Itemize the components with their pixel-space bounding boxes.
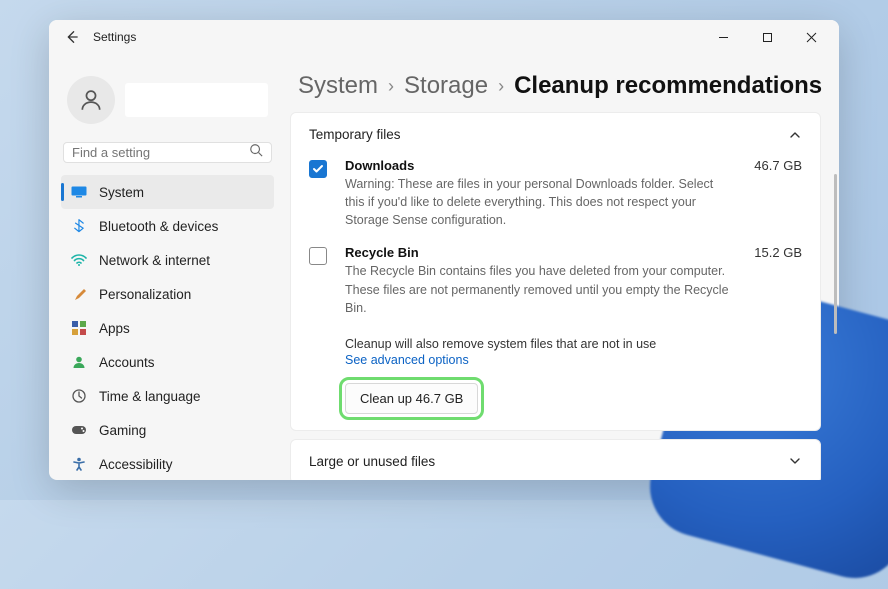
chevron-right-icon: › — [388, 76, 394, 97]
temp-files-header[interactable]: Temporary files — [309, 127, 802, 142]
breadcrumb: System › Storage › Cleanup recommendatio… — [290, 68, 827, 112]
downloads-checkbox[interactable] — [309, 160, 327, 178]
accessibility-icon — [71, 456, 87, 472]
nav-label: Apps — [99, 321, 130, 336]
nav-item-accessibility[interactable]: Accessibility — [61, 447, 274, 480]
large-files-section: Large or unused files — [290, 439, 821, 480]
search-input[interactable] — [72, 145, 249, 160]
content-scrollbar[interactable] — [834, 174, 837, 334]
sidebar: System Bluetooth & devices Network & int… — [49, 54, 284, 480]
nav-item-accounts[interactable]: Accounts — [61, 345, 274, 379]
close-button[interactable] — [789, 22, 833, 52]
back-button[interactable] — [63, 29, 79, 45]
display-icon — [71, 184, 87, 200]
nav-item-network[interactable]: Network & internet — [61, 243, 274, 277]
nav-item-personalization[interactable]: Personalization — [61, 277, 274, 311]
maximize-button[interactable] — [745, 22, 789, 52]
nav-item-bluetooth[interactable]: Bluetooth & devices — [61, 209, 274, 243]
downloads-item: Downloads 46.7 GB Warning: These are fil… — [309, 158, 802, 229]
chevron-down-icon — [788, 454, 802, 468]
main-content: System › Storage › Cleanup recommendatio… — [284, 54, 839, 480]
nav-label: Time & language — [99, 389, 201, 404]
titlebar: Settings — [49, 20, 839, 54]
item-description: Warning: These are files in your persona… — [345, 175, 735, 229]
breadcrumb-system[interactable]: System — [298, 72, 378, 100]
recyclebin-item: Recycle Bin 15.2 GB The Recycle Bin cont… — [309, 245, 802, 316]
breadcrumb-storage[interactable]: Storage — [404, 72, 488, 100]
chevron-up-icon — [788, 128, 802, 142]
clock-icon — [71, 388, 87, 404]
chevron-right-icon: › — [498, 76, 504, 97]
item-title: Downloads — [345, 158, 414, 173]
profile-row[interactable] — [61, 68, 274, 138]
apps-icon — [71, 320, 87, 336]
item-size: 46.7 GB — [754, 158, 802, 173]
avatar — [67, 76, 115, 124]
nav-item-apps[interactable]: Apps — [61, 311, 274, 345]
nav-label: Gaming — [99, 423, 146, 438]
profile-name-placeholder — [125, 83, 268, 117]
search-box[interactable] — [63, 142, 272, 163]
nav-label: Accounts — [99, 355, 155, 370]
settings-window: Settings — [49, 20, 839, 480]
bluetooth-icon — [71, 218, 87, 234]
breadcrumb-current: Cleanup recommendations — [514, 72, 822, 100]
nav-label: Bluetooth & devices — [99, 219, 218, 234]
minimize-button[interactable] — [701, 22, 745, 52]
large-files-header[interactable]: Large or unused files — [309, 454, 802, 469]
wifi-icon — [71, 252, 87, 268]
gamepad-icon — [71, 422, 87, 438]
temp-files-section: Temporary files Downloads 46.7 GB Warnin… — [290, 112, 821, 431]
section-title: Large or unused files — [309, 454, 435, 469]
nav-item-gaming[interactable]: Gaming — [61, 413, 274, 447]
nav-label: Network & internet — [99, 253, 210, 268]
item-size: 15.2 GB — [754, 245, 802, 260]
cleanup-button[interactable]: Clean up 46.7 GB — [345, 383, 478, 414]
nav-label: System — [99, 185, 144, 200]
item-title: Recycle Bin — [345, 245, 419, 260]
nav-list: System Bluetooth & devices Network & int… — [61, 175, 274, 480]
window-title: Settings — [93, 30, 136, 44]
nav-label: Personalization — [99, 287, 191, 302]
nav-item-system[interactable]: System — [61, 175, 274, 209]
advanced-options-link[interactable]: See advanced options — [345, 353, 802, 367]
nav-label: Accessibility — [99, 457, 173, 472]
person-icon — [71, 354, 87, 370]
cleanup-note: Cleanup will also remove system files th… — [345, 337, 802, 351]
nav-item-time-language[interactable]: Time & language — [61, 379, 274, 413]
recyclebin-checkbox[interactable] — [309, 247, 327, 265]
search-icon — [249, 143, 263, 162]
section-title: Temporary files — [309, 127, 401, 142]
item-description: The Recycle Bin contains files you have … — [345, 262, 735, 316]
brush-icon — [71, 286, 87, 302]
